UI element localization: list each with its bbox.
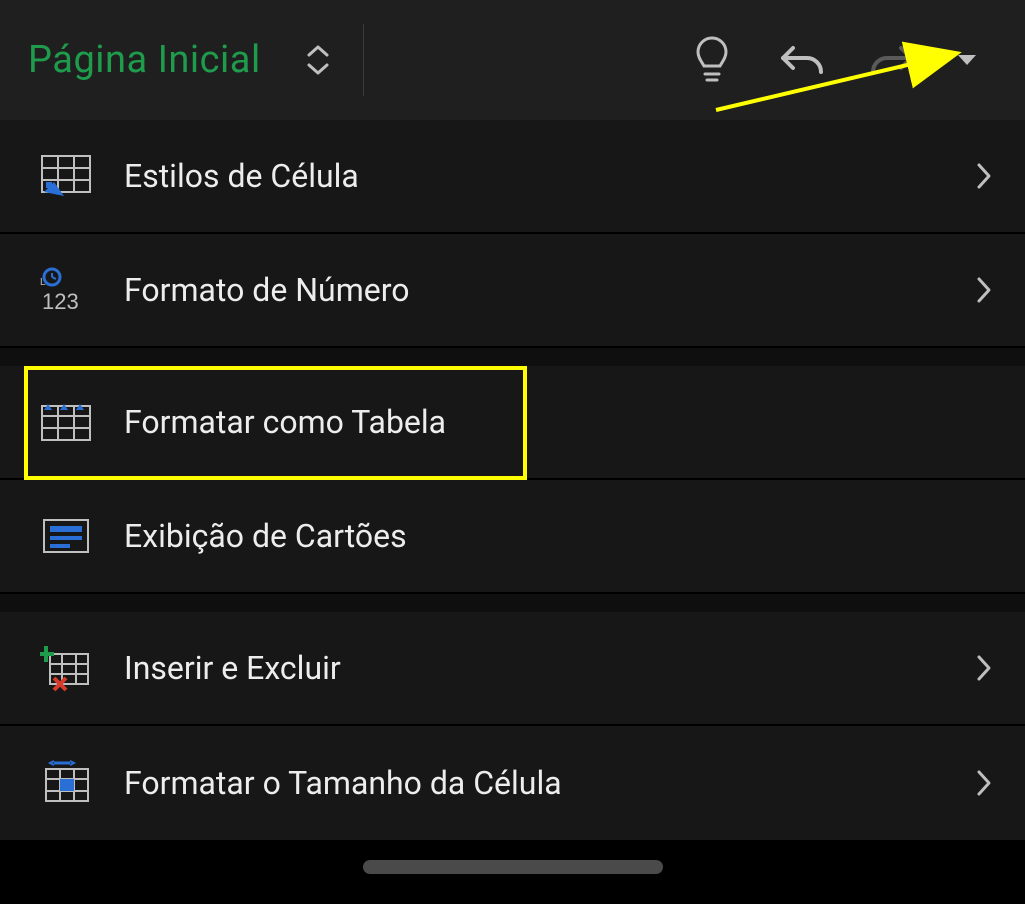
svg-text:L: L (40, 277, 46, 288)
home-indicator[interactable] (363, 860, 663, 874)
menu-item-cell-styles[interactable]: Estilos de Célula (0, 120, 1025, 234)
table-icon (40, 400, 92, 444)
tips-button[interactable] (667, 20, 757, 100)
menu-item-label: Formatar como Tabela (124, 403, 446, 441)
overflow-menu-button[interactable] (937, 20, 997, 100)
menu-item-number-format[interactable]: 123 L Formato de Número (0, 234, 1025, 348)
menu-item-label: Exibição de Cartões (124, 517, 407, 555)
toolbar: Página Inicial (0, 0, 1025, 120)
number-format-icon: 123 L (40, 267, 96, 313)
cell-size-icon (40, 759, 92, 807)
svg-text:123: 123 (42, 289, 79, 313)
card-view-icon (40, 514, 92, 558)
caret-down-icon (956, 53, 978, 67)
insert-delete-icon (40, 644, 92, 692)
chevron-right-icon (975, 275, 993, 305)
ribbon-panel: Estilos de Célula 123 L Formato de Númer… (0, 120, 1025, 840)
redo-icon (867, 38, 917, 82)
menu-item-cell-size[interactable]: Formatar o Tamanho da Célula (0, 726, 1025, 840)
gesture-bar (0, 860, 1025, 874)
menu-item-card-view[interactable]: Exibição de Cartões (0, 480, 1025, 594)
lightbulb-icon (690, 34, 734, 86)
menu-item-label: Formato de Número (124, 271, 410, 309)
undo-button[interactable] (757, 20, 847, 100)
chevron-right-icon (975, 161, 993, 191)
group-separator (0, 594, 1025, 612)
chevron-updown-icon (305, 43, 331, 77)
chevron-right-icon (975, 768, 993, 798)
ribbon-tab-title[interactable]: Página Inicial (28, 38, 261, 82)
menu-item-label: Formatar o Tamanho da Célula (124, 764, 562, 802)
chevron-right-icon (975, 653, 993, 683)
toolbar-divider (363, 24, 364, 96)
menu-item-format-as-table[interactable]: Formatar como Tabela (0, 366, 1025, 480)
cell-styles-icon (40, 152, 92, 200)
undo-icon (777, 38, 827, 82)
menu-item-label: Inserir e Excluir (124, 649, 341, 687)
group-separator (0, 348, 1025, 366)
redo-button[interactable] (847, 20, 937, 100)
menu-item-insert-delete[interactable]: Inserir e Excluir (0, 612, 1025, 726)
menu-item-label: Estilos de Célula (124, 157, 359, 195)
ribbon-switch-button[interactable] (291, 20, 345, 100)
